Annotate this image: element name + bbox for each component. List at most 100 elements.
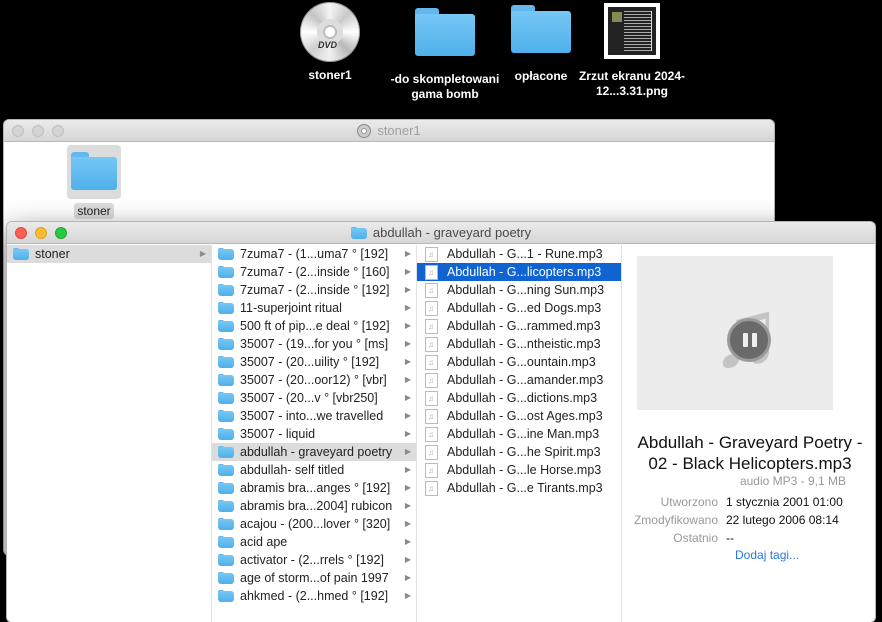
file-row[interactable]: Abdullah - G...licopters.mp3 xyxy=(417,263,621,282)
folder-row[interactable]: 35007 - (20...oor12) ° [vbr] ▶ xyxy=(212,371,416,389)
folder-row[interactable]: age of storm...of pain 1997 ▶ xyxy=(212,569,416,587)
audio-file-icon xyxy=(425,480,438,498)
folder-row[interactable]: 35007 - (20...v ° [vbr250] ▶ xyxy=(212,389,416,407)
file-row[interactable]: Abdullah - G...ntheistic.mp3 xyxy=(417,335,621,354)
folder-row[interactable]: acid ape ▶ xyxy=(212,533,416,551)
folder-icon xyxy=(218,373,234,387)
folder-icon xyxy=(218,301,234,315)
file-row[interactable]: Abdullah - G...1 - Rune.mp3 xyxy=(417,245,621,264)
file-row[interactable]: Abdullah - G...ed Dogs.mp3 xyxy=(417,299,621,318)
folder-icon xyxy=(218,391,234,405)
folder-row-label: 7zuma7 - (2...inside ° [160] xyxy=(240,265,390,279)
file-row[interactable]: Abdullah - G...dictions.mp3 xyxy=(417,389,621,408)
folder-row-label: abramis bra...anges ° [192] xyxy=(240,481,391,495)
folder-row[interactable]: 35007 - into...we travelled ▶ xyxy=(212,407,416,425)
sidebar-item[interactable]: stoner ▶ xyxy=(7,245,211,263)
desktop-icon-label: stoner1 xyxy=(308,68,352,82)
file-row-label: Abdullah - G...rammed.mp3 xyxy=(447,319,601,333)
dvd-icon xyxy=(357,124,372,138)
folder-row[interactable]: 7zuma7 - (2...inside ° [160] ▶ xyxy=(212,263,416,281)
folder-row[interactable]: 11-superjoint ritual ▶ xyxy=(212,299,416,317)
folder-row[interactable]: 35007 - (20...uility ° [192] ▶ xyxy=(212,353,416,371)
folder-row[interactable]: activator - (2...rrels ° [192] ▶ xyxy=(212,551,416,569)
meta-key: Utworzono xyxy=(660,495,718,509)
folder-row[interactable]: 35007 - (19...for you ° [ms] ▶ xyxy=(212,335,416,353)
folder-row[interactable]: 35007 - liquid ▶ xyxy=(212,425,416,443)
folder-icon xyxy=(218,589,234,603)
file-row[interactable]: Abdullah - G...ning Sun.mp3 xyxy=(417,281,621,300)
audio-file-icon xyxy=(425,372,438,390)
chevron-right-icon: ▶ xyxy=(404,267,411,276)
folder-icon xyxy=(218,481,234,495)
meta-value: -- xyxy=(726,531,734,545)
file-row-label: Abdullah - G...ost Ages.mp3 xyxy=(447,409,603,423)
folder-icon xyxy=(218,535,234,549)
file-row-label: Abdullah - G...le Horse.mp3 xyxy=(447,463,602,477)
folder-row-label: abdullah - graveyard poetry xyxy=(240,445,393,459)
file-row-label: Abdullah - G...amander.mp3 xyxy=(447,373,604,387)
file-row-label: Abdullah - G...ine Man.mp3 xyxy=(447,427,600,441)
meta-key: Zmodyfikowano xyxy=(633,513,718,527)
close-button[interactable] xyxy=(15,227,27,239)
desktop-icon-screenshot[interactable]: Zrzut ekranu 2024-12...3.31.png xyxy=(567,3,697,99)
window-titlebar[interactable]: stoner1 xyxy=(4,120,774,142)
file-row[interactable]: Abdullah - G...he Spirit.mp3 xyxy=(417,443,621,462)
minimize-button[interactable] xyxy=(32,125,44,137)
audio-file-icon xyxy=(425,462,438,480)
chevron-right-icon: ▶ xyxy=(404,375,411,384)
folder-item-stoner[interactable]: stoner xyxy=(64,145,124,219)
folder-row-label: 7zuma7 - (2...inside ° [192] xyxy=(240,283,390,297)
file-row[interactable]: Abdullah - G...le Horse.mp3 xyxy=(417,461,621,480)
chevron-right-icon: ▶ xyxy=(404,447,411,456)
minimize-button[interactable] xyxy=(35,227,47,239)
folder-icon xyxy=(415,8,475,56)
folder-row[interactable]: abdullah- self titled ▶ xyxy=(212,461,416,479)
folder-row[interactable]: acajou - (200...lover ° [320] ▶ xyxy=(212,515,416,533)
folder-row[interactable]: 7zuma7 - (2...inside ° [192] ▶ xyxy=(212,281,416,299)
column-1: stoner ▶ xyxy=(7,245,212,622)
zoom-button[interactable] xyxy=(55,227,67,239)
file-row[interactable]: Abdullah - G...e Tirants.mp3 xyxy=(417,479,621,498)
meta-value: 1 stycznia 2001 01:00 xyxy=(726,495,843,509)
file-row[interactable]: Abdullah - G...ountain.mp3 xyxy=(417,353,621,372)
folder-row-label: age of storm...of pain 1997 xyxy=(240,571,389,585)
desktop-icon-stoner1[interactable]: DVD stoner1 xyxy=(265,2,395,83)
pause-button[interactable] xyxy=(727,318,771,362)
chevron-right-icon: ▶ xyxy=(404,573,411,582)
folder-row[interactable]: 7zuma7 - (1...uma7 ° [192] ▶ xyxy=(212,245,416,263)
folder-icon xyxy=(350,226,367,240)
folder-item-label: stoner xyxy=(74,203,114,219)
preview-metadata: Utworzono 1 stycznia 2001 01:00 Zmodyfiko… xyxy=(622,493,872,547)
chevron-right-icon: ▶ xyxy=(404,321,411,330)
folder-icon xyxy=(218,247,234,261)
close-button[interactable] xyxy=(12,125,24,137)
file-row-label: Abdullah - G...ed Dogs.mp3 xyxy=(447,301,602,315)
folder-row[interactable]: abdullah - graveyard poetry ▶ xyxy=(212,443,416,461)
chevron-right-icon: ▶ xyxy=(404,393,411,402)
folder-icon xyxy=(218,499,234,513)
folder-row[interactable]: abramis bra...anges ° [192] ▶ xyxy=(212,479,416,497)
file-row[interactable]: Abdullah - G...rammed.mp3 xyxy=(417,317,621,336)
audio-file-icon xyxy=(425,300,438,318)
folder-row[interactable]: ahkmed - (2...hmed ° [192] ▶ xyxy=(212,587,416,605)
folder-row[interactable]: abramis bra...2004] rubicon ▶ xyxy=(212,497,416,515)
folder-icon xyxy=(218,319,234,333)
column-2: 7zuma7 - (1...uma7 ° [192] ▶ 7zuma7 - (2..… xyxy=(212,245,417,622)
add-tags-link[interactable]: Dodaj tagi... xyxy=(735,548,799,562)
folder-row[interactable]: 500 ft of pip...e deal ° [192] ▶ xyxy=(212,317,416,335)
file-row[interactable]: Abdullah - G...ine Man.mp3 xyxy=(417,425,621,444)
folder-row-label: ahkmed - (2...hmed ° [192] xyxy=(240,589,389,603)
folder-icon xyxy=(218,517,234,531)
window-title: abdullah - graveyard poetry xyxy=(372,225,532,240)
zoom-button[interactable] xyxy=(52,125,64,137)
window-title: stoner1 xyxy=(377,123,421,138)
file-row[interactable]: Abdullah - G...amander.mp3 xyxy=(417,371,621,390)
chevron-right-icon: ▶ xyxy=(404,465,411,474)
image-thumbnail-icon xyxy=(604,3,660,59)
folder-row-label: activator - (2...rrels ° [192] xyxy=(240,553,384,567)
file-row[interactable]: Abdullah - G...ost Ages.mp3 xyxy=(417,407,621,426)
sidebar-item-label: stoner xyxy=(35,247,70,261)
folder-icon xyxy=(13,247,29,261)
window-titlebar[interactable]: abdullah - graveyard poetry xyxy=(7,222,875,244)
folder-row-label: 35007 - (20...uility ° [192] xyxy=(240,355,380,369)
